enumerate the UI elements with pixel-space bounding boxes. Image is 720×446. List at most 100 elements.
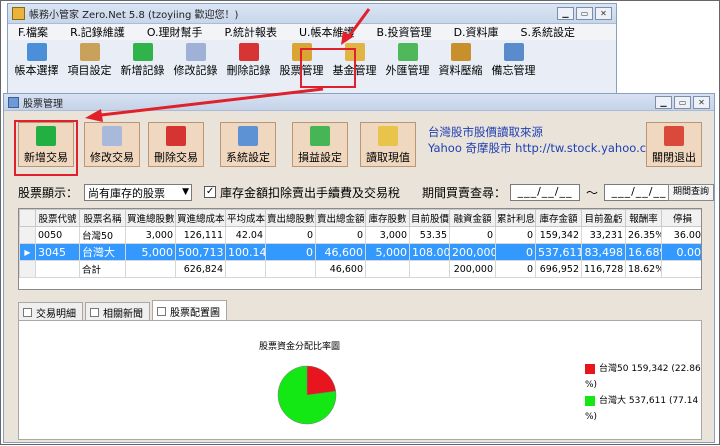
row-header[interactable] bbox=[19, 226, 36, 244]
pie-slice-taiwan50 bbox=[306, 365, 337, 396]
price-source-url[interactable]: Yahoo 奇摩股市 http://tw.stock.yahoo.com bbox=[428, 140, 664, 156]
edit-icon bbox=[102, 126, 122, 146]
table-cell: 0 bbox=[265, 243, 316, 261]
column-header[interactable]: 累計利息 bbox=[495, 209, 536, 227]
column-header[interactable]: 目前股價 bbox=[409, 209, 450, 227]
bottom-tabs: 交易明細 相關新聞 股票配置圖 bbox=[18, 300, 229, 322]
price-source-info: 台灣股市股價讀取來源 Yahoo 奇摩股市 http://tw.stock.ya… bbox=[428, 124, 664, 156]
table-row-total[interactable]: 合計 626,824 46,600 200,000 0 696,952 116,… bbox=[19, 260, 701, 278]
legend-swatch bbox=[585, 363, 595, 374]
toolbar-memo-manage[interactable]: 備忘管理 bbox=[487, 42, 540, 78]
edit-trade-button[interactable]: 修改交易 bbox=[84, 122, 140, 167]
table-cell: 116,728 bbox=[581, 260, 626, 278]
stock-maximize-button[interactable]: ▭ bbox=[674, 96, 691, 109]
column-header[interactable]: 庫存金額 bbox=[535, 209, 582, 227]
table-cell: 5,000 bbox=[125, 243, 176, 261]
maximize-button[interactable]: ▭ bbox=[576, 7, 593, 20]
delete-icon bbox=[166, 126, 186, 146]
app-icon bbox=[12, 7, 25, 20]
menu-record[interactable]: R.記錄維護 bbox=[70, 24, 125, 40]
tab-related-news[interactable]: 相關新聞 bbox=[85, 302, 150, 320]
column-header[interactable]: 停損 bbox=[661, 209, 701, 227]
table-cell: 5,000 bbox=[365, 243, 410, 261]
chart-legend: 台灣50 159,342 (22.86 %) 台灣大 537,611 (77.1… bbox=[585, 361, 701, 425]
column-header[interactable]: 融資金額 bbox=[449, 209, 496, 227]
toolbar-label: 刪除記錄 bbox=[226, 64, 271, 77]
column-header[interactable]: 買進總股數 bbox=[125, 209, 176, 227]
allocation-panel: 股票資金分配比率圖 台灣50 159,342 (22.86 %) 台灣大 537… bbox=[18, 320, 702, 440]
legend-item: 台灣大 537,611 (77.14 %) bbox=[585, 393, 701, 425]
ledger-icon bbox=[26, 43, 47, 61]
menu-file[interactable]: F.檔案 bbox=[18, 24, 48, 40]
column-header[interactable]: 股票代號 bbox=[35, 209, 80, 227]
row-header[interactable] bbox=[19, 260, 36, 278]
table-cell: 3,000 bbox=[365, 226, 410, 244]
table-cell bbox=[225, 260, 266, 278]
menu-ledger[interactable]: U.帳本維護 bbox=[299, 24, 355, 40]
column-header[interactable]: 庫存股數 bbox=[365, 209, 410, 227]
table-cell bbox=[661, 260, 701, 278]
deduct-fee-checkbox[interactable]: ✓ bbox=[204, 186, 217, 198]
minimize-button[interactable]: ▁ bbox=[557, 7, 574, 20]
button-label: 讀取現值 bbox=[366, 151, 410, 164]
monitor-icon bbox=[503, 43, 524, 61]
menu-report[interactable]: P.統計報表 bbox=[225, 24, 277, 40]
toolbar-data-compress[interactable]: 資料壓縮 bbox=[434, 42, 487, 78]
toolbar-forex-manage[interactable]: 外匯管理 bbox=[381, 42, 434, 78]
column-header[interactable]: 賣出總股數 bbox=[265, 209, 316, 227]
table-cell: 46,600 bbox=[315, 260, 366, 278]
period-query-button[interactable]: 期間查詢 bbox=[668, 183, 714, 201]
tab-stock-allocation[interactable]: 股票配置圖 bbox=[152, 300, 227, 320]
toolbar-add-record[interactable]: 新增記錄 bbox=[116, 42, 169, 78]
display-select[interactable]: 尚有庫存的股票 ▼ bbox=[84, 183, 193, 201]
tab-label: 交易明細 bbox=[36, 309, 76, 320]
column-header[interactable]: 賣出總金額 bbox=[315, 209, 366, 227]
menu-finance[interactable]: O.理財幫手 bbox=[147, 24, 203, 40]
column-header[interactable]: 目前盈虧 bbox=[581, 209, 626, 227]
table-cell bbox=[409, 260, 450, 278]
table-row[interactable]: 0050 台灣50 3,000 126,111 42.04 0 0 3,000 … bbox=[19, 226, 701, 244]
table-cell: 500,713 bbox=[175, 243, 226, 261]
column-header[interactable]: 報酬率 bbox=[625, 209, 662, 227]
menu-investment[interactable]: B.投資管理 bbox=[377, 24, 432, 40]
system-settings-button[interactable]: 系統設定 bbox=[220, 122, 276, 167]
menu-system[interactable]: S.系統設定 bbox=[521, 24, 575, 40]
date-to-input[interactable]: ___/__/__ bbox=[604, 183, 675, 201]
edit-icon bbox=[185, 43, 206, 61]
read-price-button[interactable]: 讀取現值 bbox=[360, 122, 416, 167]
column-header[interactable]: 買進總成本 bbox=[175, 209, 226, 227]
delete-trade-button[interactable]: 刪除交易 bbox=[148, 122, 204, 167]
toolbar-label: 帳本選擇 bbox=[14, 64, 59, 77]
profit-settings-button[interactable]: 損益設定 bbox=[292, 122, 348, 167]
toolbar-item-settings[interactable]: 項目設定 bbox=[63, 42, 116, 78]
table-cell: 0 bbox=[449, 226, 496, 244]
close-button[interactable]: ✕ bbox=[595, 7, 612, 20]
period-label: 期間買賣查尋： bbox=[422, 185, 507, 200]
tab-trade-details[interactable]: 交易明細 bbox=[18, 302, 83, 320]
chart-icon bbox=[157, 307, 166, 316]
menu-database[interactable]: D.資料庫 bbox=[454, 24, 499, 40]
table-row-selected[interactable]: ▶ 3045 台灣大 5,000 500,713 100.14 0 46,600… bbox=[19, 243, 701, 261]
exit-icon bbox=[664, 126, 684, 146]
toolbar-ledger-select[interactable]: 帳本選擇 bbox=[10, 42, 63, 78]
table-cell: 16.68% bbox=[625, 243, 662, 261]
forex-icon bbox=[397, 43, 418, 61]
column-header[interactable]: 股票名稱 bbox=[79, 209, 126, 227]
table-cell: 126,111 bbox=[175, 226, 226, 244]
toolbar-edit-record[interactable]: 修改記錄 bbox=[169, 42, 222, 78]
table-cell: 200,000 bbox=[449, 260, 496, 278]
table-cell: 18.62% bbox=[625, 260, 662, 278]
toolbar-delete-record[interactable]: 刪除記錄 bbox=[222, 42, 275, 78]
stock-window: 股票管理 ▁ ▭ ✕ 新增交易 修改交易 刪除交易 系統設定 損益設定 讀取現值… bbox=[3, 93, 715, 443]
table-cell: 0.00 bbox=[661, 243, 701, 261]
table-cell: 3,000 bbox=[125, 226, 176, 244]
close-exit-button[interactable]: 關閉退出 bbox=[646, 122, 702, 167]
chart-title: 股票資金分配比率圖 bbox=[259, 342, 341, 352]
column-header[interactable]: 平均成本 bbox=[225, 209, 266, 227]
row-selected-marker[interactable]: ▶ bbox=[19, 243, 36, 261]
stock-minimize-button[interactable]: ▁ bbox=[655, 96, 672, 109]
table-cell: 0 bbox=[495, 260, 536, 278]
stock-close-button[interactable]: ✕ bbox=[693, 96, 710, 109]
date-from-input[interactable]: ___/__/__ bbox=[510, 183, 581, 201]
window-icon bbox=[8, 96, 19, 108]
